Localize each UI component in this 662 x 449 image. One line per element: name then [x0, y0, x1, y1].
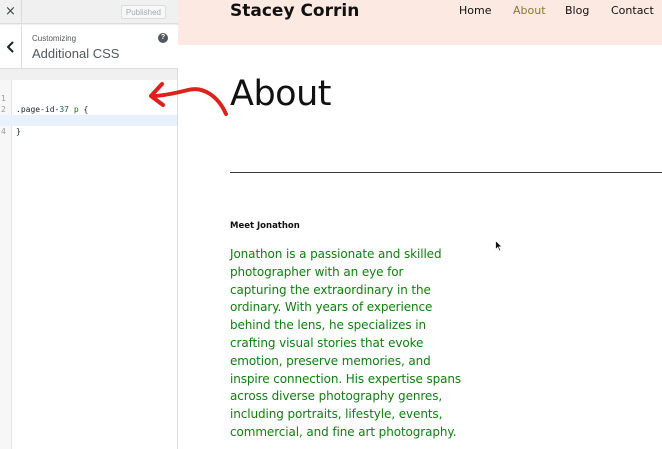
bio-line: photographer with an eye for [230, 264, 404, 279]
customizer-top-bar: × Published [0, 0, 178, 24]
section-subheading: Meet Jonathon [230, 221, 300, 231]
section-header: Customizing Additional CSS ? [0, 25, 178, 69]
bio-line: emotion, preserve memories, and [230, 353, 431, 368]
page-title: About [230, 74, 331, 114]
site-header: Stacey Corrin Home About Blog Contact [178, 0, 662, 45]
site-preview: Stacey Corrin Home About Blog Contact Ab… [178, 0, 662, 449]
nav-item-home[interactable]: Home [459, 4, 491, 17]
back-button[interactable] [0, 25, 22, 69]
line-number: 4 [1, 127, 6, 136]
bio-line: commercial, and fine art photography. [230, 424, 457, 439]
nav-item-about[interactable]: About [513, 4, 546, 17]
nav-item-blog[interactable]: Blog [565, 4, 589, 17]
bio-line: inspire connection. His expertise spans [230, 371, 462, 386]
site-title[interactable]: Stacey Corrin [230, 1, 359, 21]
bio-paragraph: Jonathon is a passionate and skilled pho… [230, 246, 486, 442]
nav-item-contact[interactable]: Contact [611, 4, 654, 17]
section-title: Additional CSS [32, 46, 120, 61]
bio-line: behind the lens, he specializes in [230, 318, 426, 333]
bio-line: across diverse photography genres, [230, 389, 443, 404]
bio-line: ordinary. With years of experience [230, 300, 433, 315]
breadcrumb: Customizing [32, 34, 77, 43]
chevron-left-icon [7, 41, 14, 53]
css-code-editor[interactable]: 1 .page-id-37 p { 2 color: green; 3 } 4 [0, 80, 177, 449]
bio-line: Jonathon is a passionate and skilled [230, 247, 442, 261]
help-icon[interactable]: ? [158, 33, 168, 43]
separator-line [230, 172, 662, 173]
close-icon[interactable]: × [0, 0, 22, 24]
red-arrow-annotation [149, 82, 228, 116]
customizer-sidebar: × Published Customizing Additional CSS ?… [0, 0, 178, 449]
bio-line: capturing the extraordinary in the [230, 282, 431, 297]
bio-line: crafting visual stories that evoke [230, 335, 424, 350]
mouse-pointer-icon [495, 240, 503, 252]
published-button[interactable]: Published [120, 5, 166, 19]
bio-line: including portraits, lifestyle, events, [230, 407, 443, 422]
